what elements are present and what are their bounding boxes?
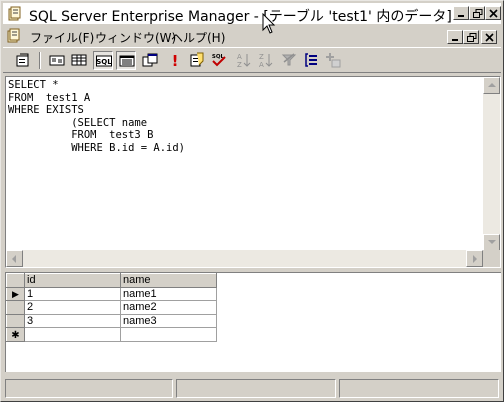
- sort-ascending-icon: A Z: [237, 53, 251, 68]
- document-window-icon[interactable]: [6, 28, 22, 44]
- group-by-icon: [305, 53, 317, 67]
- cell-id[interactable]: [24, 327, 121, 342]
- svg-text:Z: Z: [237, 61, 242, 68]
- sort-descending-button[interactable]: Z A: [255, 51, 275, 70]
- table-row[interactable]: 2 name2: [6, 300, 217, 315]
- run-icon: !: [172, 52, 179, 68]
- grid-corner-cell[interactable]: [6, 273, 25, 288]
- svg-text:SQL: SQL: [96, 58, 112, 66]
- sort-descending-icon: Z A: [259, 53, 273, 68]
- svg-text:A: A: [259, 61, 264, 68]
- status-panel-middle: [176, 379, 336, 398]
- minimize-button[interactable]: [453, 6, 469, 20]
- scroll-down-button[interactable]: [483, 234, 500, 251]
- group-by-button[interactable]: [301, 51, 321, 70]
- cell-name[interactable]: [120, 327, 217, 342]
- arrow-down-icon: [488, 240, 496, 244]
- menu-window[interactable]: ウィンドウ(W): [95, 29, 176, 46]
- main-window: SQL Server Enterprise Manager - [テーブル 't…: [0, 0, 504, 402]
- results-pane-button[interactable]: [116, 51, 136, 70]
- add-table-button[interactable]: [323, 51, 343, 70]
- close-button[interactable]: [485, 6, 501, 20]
- cancel-query-button[interactable]: [187, 51, 207, 70]
- results-pane-icon: [119, 55, 135, 67]
- cell-id[interactable]: 2: [24, 300, 121, 315]
- current-row-indicator-icon[interactable]: ▶: [6, 286, 25, 302]
- verify-sql-icon: SQL: [212, 54, 226, 67]
- scroll-up-button[interactable]: [483, 77, 500, 94]
- mouse-cursor-icon: [262, 13, 276, 34]
- toolbar-separator: [39, 52, 41, 69]
- svg-text:Z: Z: [259, 53, 264, 61]
- sql-pane-icon: SQL: [96, 55, 112, 67]
- arrow-left-icon: [12, 255, 16, 263]
- column-header-id[interactable]: id: [24, 273, 121, 288]
- row-selector[interactable]: [6, 300, 25, 315]
- status-panel-main: [5, 379, 173, 398]
- cell-id[interactable]: 1: [24, 286, 121, 302]
- diagram-pane-icon: [49, 55, 65, 66]
- results-pane: id name ▶ 1 name1 2 name2 3 name3 ✱: [5, 272, 501, 372]
- cell-id[interactable]: 3: [24, 313, 121, 329]
- new-row[interactable]: ✱: [6, 327, 217, 342]
- add-table-icon: [326, 53, 341, 68]
- status-panel-right: [339, 379, 499, 398]
- query-toolbar: SQL ! SQL A Z Z A: [3, 47, 501, 73]
- cell-name[interactable]: name2: [120, 300, 217, 315]
- verify-sql-button[interactable]: SQL: [209, 51, 229, 70]
- menu-bar: ファイル(F) ウィンドウ(W) ヘルプ(H): [3, 26, 501, 46]
- window-title: SQL Server Enterprise Manager - [テーブル 't…: [29, 9, 452, 25]
- row-selector[interactable]: [6, 313, 25, 329]
- arrow-up-icon: [488, 83, 496, 87]
- child-restore-button[interactable]: [463, 30, 479, 44]
- change-type-icon: [142, 53, 158, 67]
- properties-icon: [16, 53, 29, 67]
- new-row-indicator-icon[interactable]: ✱: [6, 327, 25, 342]
- table-row[interactable]: ▶ 1 name1: [6, 286, 217, 302]
- scrollbar-corner: [483, 250, 500, 267]
- column-header-name[interactable]: name: [120, 273, 217, 288]
- run-button[interactable]: !: [165, 51, 185, 70]
- sql-vertical-scrollbar[interactable]: [483, 77, 500, 251]
- svg-text:A: A: [237, 53, 242, 61]
- enterprise-manager-app-icon[interactable]: [7, 6, 23, 22]
- remove-filter-button[interactable]: [279, 51, 299, 70]
- change-type-button[interactable]: [140, 51, 160, 70]
- sql-pane[interactable]: SELECT * FROM test1 A WHERE EXISTS (SELE…: [5, 76, 501, 268]
- menu-file[interactable]: ファイル(F): [30, 29, 94, 46]
- grid-pane-icon: [71, 54, 87, 66]
- sql-horizontal-scrollbar[interactable]: [6, 250, 483, 267]
- svg-text:!: !: [172, 52, 179, 68]
- sql-editor[interactable]: SELECT * FROM test1 A WHERE EXISTS (SELE…: [8, 79, 482, 249]
- title-bar[interactable]: SQL Server Enterprise Manager - [テーブル 't…: [3, 3, 501, 25]
- cell-name[interactable]: name3: [120, 313, 217, 329]
- scroll-left-button[interactable]: [6, 250, 23, 267]
- menu-help[interactable]: ヘルプ(H): [171, 29, 225, 46]
- scroll-right-button[interactable]: [466, 250, 483, 267]
- table-row[interactable]: 3 name3: [6, 313, 217, 329]
- child-close-button[interactable]: [481, 30, 497, 44]
- cancel-query-icon: [190, 52, 204, 67]
- properties-button[interactable]: [13, 51, 33, 70]
- child-minimize-button[interactable]: [447, 30, 463, 44]
- results-grid: id name ▶ 1 name1 2 name2 3 name3 ✱: [6, 273, 217, 342]
- remove-filter-icon: [281, 53, 297, 66]
- sql-pane-button[interactable]: SQL: [93, 51, 113, 70]
- diagram-pane-button[interactable]: [47, 51, 67, 70]
- grid-header-row: id name: [6, 273, 217, 288]
- status-bar: [3, 377, 501, 399]
- restore-button[interactable]: [469, 6, 485, 20]
- arrow-right-icon: [473, 255, 477, 263]
- sort-ascending-button[interactable]: A Z: [233, 51, 253, 70]
- cell-name[interactable]: name1: [120, 286, 217, 302]
- grid-pane-button[interactable]: [69, 51, 89, 70]
